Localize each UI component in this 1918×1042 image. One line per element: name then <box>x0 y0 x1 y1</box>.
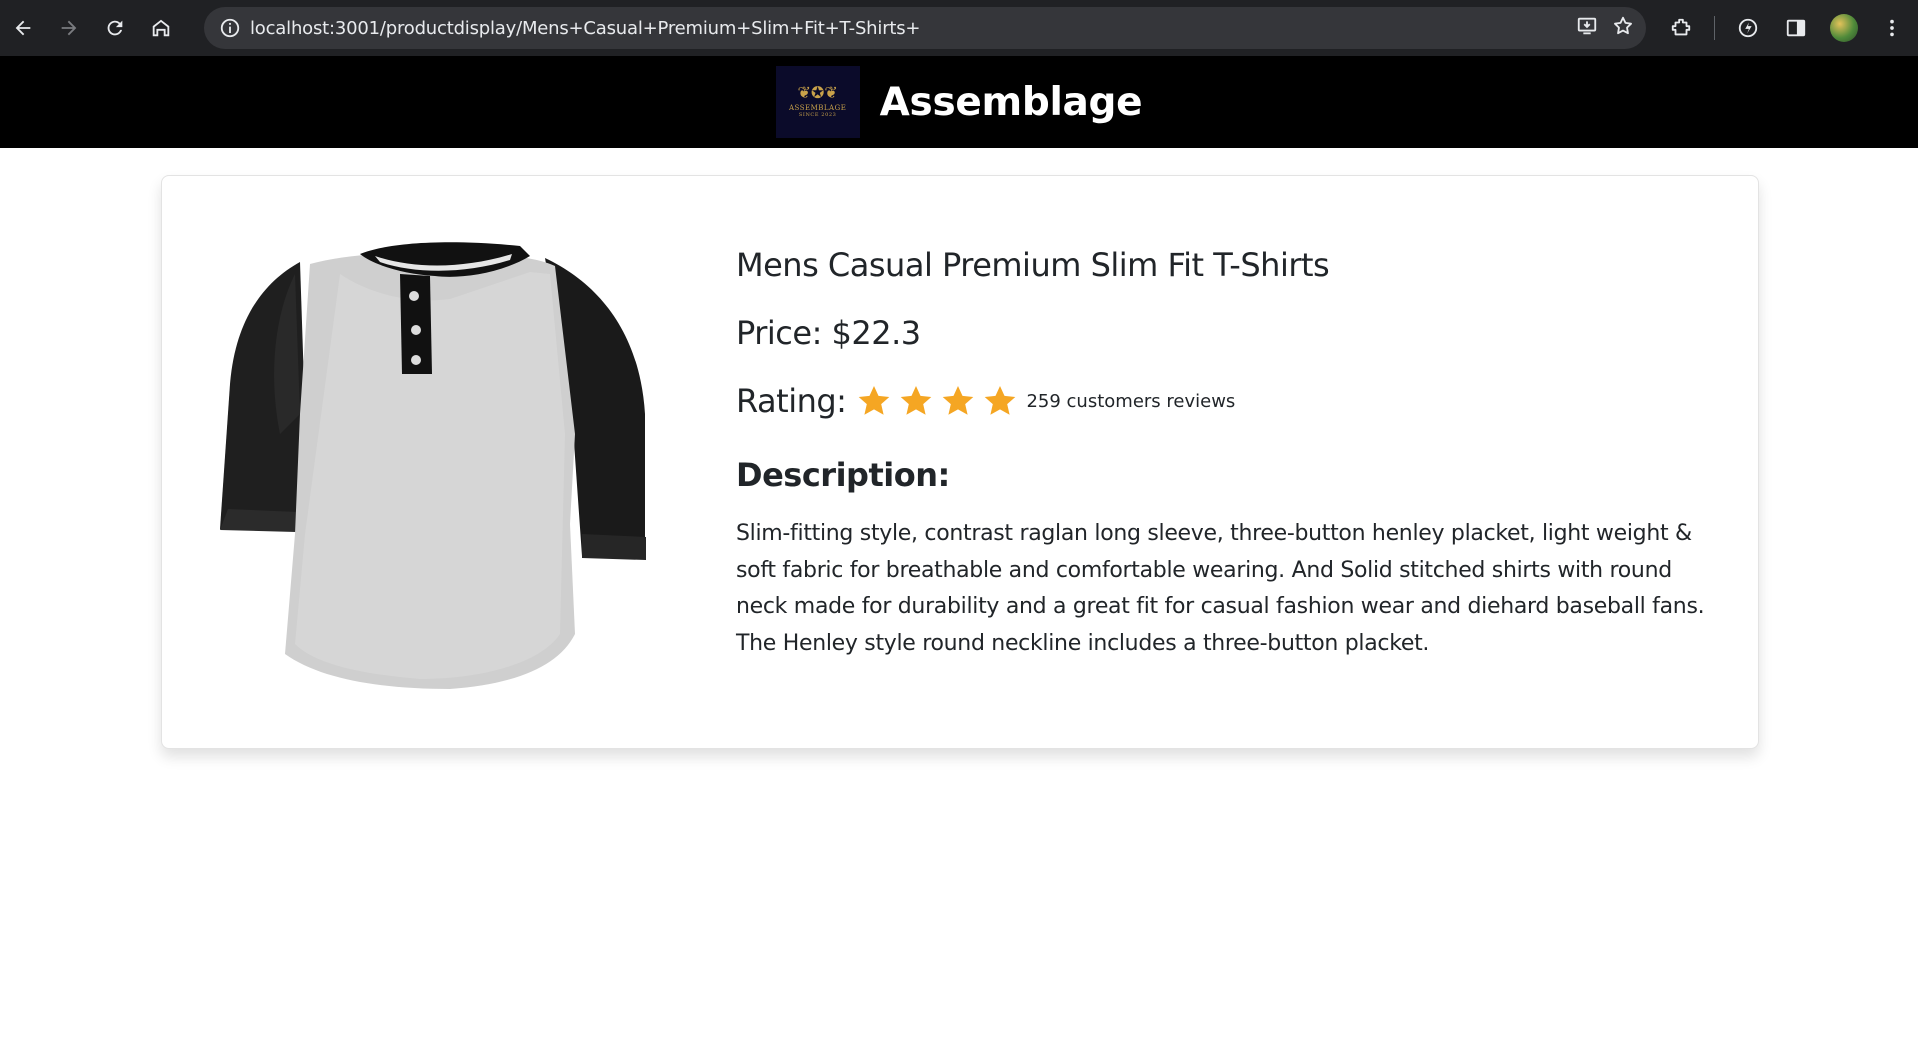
price-label: Price: <box>736 314 832 352</box>
reviews-count: 259 customers reviews <box>1026 390 1236 412</box>
star-rating <box>856 383 1018 419</box>
toolbar-divider <box>1714 16 1715 40</box>
star-icon <box>943 386 974 415</box>
brand-name[interactable]: Assemblage <box>880 80 1143 125</box>
price-row: Price: $22.3 <box>736 314 1726 352</box>
star-icon <box>859 386 890 415</box>
price-value: $22.3 <box>831 314 922 352</box>
product-description: Slim-fitting style, contrast raglan long… <box>736 521 1705 656</box>
star-icon <box>985 386 1016 415</box>
install-app-icon[interactable] <box>1576 15 1598 42</box>
tshirt-image <box>220 242 646 689</box>
profile-button[interactable] <box>1823 0 1865 56</box>
puzzle-icon <box>1671 18 1691 36</box>
site-info-icon[interactable] <box>210 7 250 49</box>
home-button[interactable] <box>138 0 184 56</box>
back-button[interactable] <box>0 0 46 56</box>
side-panel-button[interactable] <box>1775 0 1817 56</box>
star-icon <box>901 386 932 415</box>
menu-button[interactable] <box>1871 0 1913 56</box>
logo-since: SINCE 2023 <box>798 112 837 118</box>
address-bar[interactable]: localhost:3001/productdisplay/Mens+Casua… <box>204 7 1646 49</box>
product-image <box>220 234 670 694</box>
product-title: Mens Casual Premium Slim Fit T-Shirts <box>736 246 1330 284</box>
gauge-icon <box>1738 18 1758 38</box>
rating-label: Rating: <box>736 382 847 420</box>
bookmark-star-icon[interactable] <box>1612 15 1634 42</box>
avatar <box>1830 14 1858 42</box>
url-text[interactable]: localhost:3001/productdisplay/Mens+Casua… <box>250 18 921 39</box>
extensions-button[interactable] <box>1660 0 1702 56</box>
performance-button[interactable] <box>1727 0 1769 56</box>
home-icon <box>152 19 170 37</box>
forward-button[interactable] <box>46 0 92 56</box>
description-heading: Description: <box>736 456 950 494</box>
more-vert-icon <box>1890 19 1894 37</box>
arrow-right-icon <box>61 20 77 36</box>
product-details: Mens Casual Premium Slim Fit T-Shirts Pr… <box>736 236 1726 662</box>
arrow-left-icon <box>15 20 31 36</box>
side-panel-icon <box>1786 19 1806 37</box>
crest-icon: ❦✪❦ <box>797 85 838 102</box>
logo-name: ASSEMBLAGE <box>788 104 847 112</box>
site-header: ❦✪❦ ASSEMBLAGE SINCE 2023 Assemblage <box>0 56 1918 148</box>
reload-icon <box>107 20 123 36</box>
product-card: Mens Casual Premium Slim Fit T-Shirts Pr… <box>161 175 1759 749</box>
reload-button[interactable] <box>92 0 138 56</box>
browser-toolbar: localhost:3001/productdisplay/Mens+Casua… <box>0 0 1918 56</box>
rating-row: Rating: 259 customers reviews <box>736 382 1726 420</box>
brand-logo[interactable]: ❦✪❦ ASSEMBLAGE SINCE 2023 <box>775 66 860 138</box>
